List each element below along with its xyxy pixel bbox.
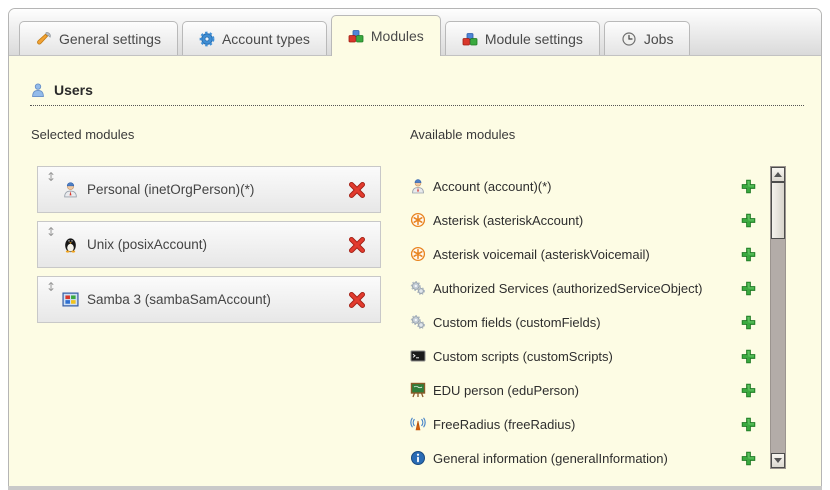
section-title: Users: [54, 82, 93, 98]
tab-label: Account types: [222, 31, 310, 47]
drag-handle-icon[interactable]: ↕: [46, 171, 56, 183]
add-module-icon[interactable]: [741, 281, 756, 296]
drag-handle-icon[interactable]: ↕: [46, 226, 56, 238]
add-module-icon[interactable]: [741, 315, 756, 330]
selected-module-row[interactable]: ↕ Samba 3 (sambaSamAccount): [37, 276, 381, 323]
modules-icon: [348, 28, 364, 44]
add-module-icon[interactable]: [741, 451, 756, 466]
available-module-row: General information (generalInformation): [410, 443, 756, 473]
available-module-row: Custom scripts (customScripts): [410, 341, 756, 371]
tab-label: Module settings: [485, 31, 583, 47]
asterisk-icon: [410, 212, 426, 228]
chalkboard-icon: [410, 382, 426, 398]
selected-module-label: Samba 3 (sambaSamAccount): [87, 292, 271, 307]
clock-icon: [621, 31, 637, 47]
selected-module-label: Unix (posixAccount): [87, 237, 207, 252]
user-icon: [30, 82, 46, 98]
remove-module-icon[interactable]: [348, 236, 366, 254]
modules-icon: [462, 31, 478, 47]
scroll-down-button[interactable]: [771, 453, 785, 468]
scrollbar-thumb[interactable]: [771, 182, 785, 239]
available-module-row: EDU person (eduPerson): [410, 375, 756, 405]
gears-icon: [410, 314, 426, 330]
users-section-heading: Users: [30, 82, 804, 106]
tab-label: Modules: [371, 28, 424, 44]
available-module-label: FreeRadius (freeRadius): [433, 417, 575, 432]
add-module-icon[interactable]: [741, 349, 756, 364]
scroll-up-button[interactable]: [771, 167, 785, 182]
available-module-row: Asterisk (asteriskAccount): [410, 205, 756, 235]
tab-general-settings[interactable]: General settings: [19, 21, 178, 55]
available-module-label: Authorized Services (authorizedServiceOb…: [433, 281, 703, 296]
available-module-label: EDU person (eduPerson): [433, 383, 579, 398]
tab-bar: General settings Account types Modules M…: [9, 9, 821, 56]
available-module-row: FreeRadius (freeRadius): [410, 409, 756, 439]
tab-label: Jobs: [644, 31, 674, 47]
gears-icon: [410, 280, 426, 296]
available-module-label: General information (generalInformation): [433, 451, 668, 466]
terminal-icon: [410, 348, 426, 364]
add-module-icon[interactable]: [741, 247, 756, 262]
add-module-icon[interactable]: [741, 179, 756, 194]
add-module-icon[interactable]: [741, 213, 756, 228]
wrench-icon: [36, 31, 52, 47]
tab-modules[interactable]: Modules: [331, 15, 441, 56]
remove-module-icon[interactable]: [348, 181, 366, 199]
available-module-label: Asterisk (asteriskAccount): [433, 213, 583, 228]
add-module-icon[interactable]: [741, 417, 756, 432]
available-module-row: Authorized Services (authorizedServiceOb…: [410, 273, 756, 303]
remove-module-icon[interactable]: [348, 291, 366, 309]
available-module-label: Account (account)(*): [433, 179, 552, 194]
triangle-down-icon: [774, 458, 782, 463]
tux-icon: [62, 236, 79, 253]
tab-label: General settings: [59, 31, 161, 47]
settings-panel: General settings Account types Modules M…: [8, 8, 822, 486]
lam-configuration-window: General settings Account types Modules M…: [0, 0, 830, 490]
tab-jobs[interactable]: Jobs: [604, 21, 691, 55]
selected-modules-heading: Selected modules: [31, 127, 134, 142]
tab-module-settings[interactable]: Module settings: [445, 21, 600, 55]
selected-module-label: Personal (inetOrgPerson)(*): [87, 182, 254, 197]
available-module-row: Custom fields (customFields): [410, 307, 756, 337]
selected-module-row[interactable]: ↕ Personal (inetOrgPerson)(*): [37, 166, 381, 213]
available-module-label: Asterisk voicemail (asteriskVoicemail): [433, 247, 650, 262]
windows-icon: [62, 291, 79, 308]
person-icon: [62, 181, 79, 198]
add-module-icon[interactable]: [741, 383, 756, 398]
available-modules-heading: Available modules: [410, 127, 515, 142]
modules-content: Users Selected modules Available modules…: [9, 56, 821, 486]
person-icon: [410, 178, 426, 194]
available-module-label: Custom fields (customFields): [433, 315, 601, 330]
triangle-up-icon: [774, 172, 782, 177]
asterisk-icon: [410, 246, 426, 262]
gear-icon: [199, 31, 215, 47]
selected-module-row[interactable]: ↕ Unix (posixAccount): [37, 221, 381, 268]
antenna-icon: [410, 416, 426, 432]
available-module-row: Asterisk voicemail (asteriskVoicemail): [410, 239, 756, 269]
drag-handle-icon[interactable]: ↕: [46, 281, 56, 293]
available-module-label: Custom scripts (customScripts): [433, 349, 613, 364]
tab-account-types[interactable]: Account types: [182, 21, 327, 55]
info-icon: [410, 450, 426, 466]
available-module-row: Account (account)(*): [410, 171, 756, 201]
panel-bottom-edge: [8, 486, 822, 490]
available-modules-scrollbar[interactable]: [770, 166, 786, 469]
